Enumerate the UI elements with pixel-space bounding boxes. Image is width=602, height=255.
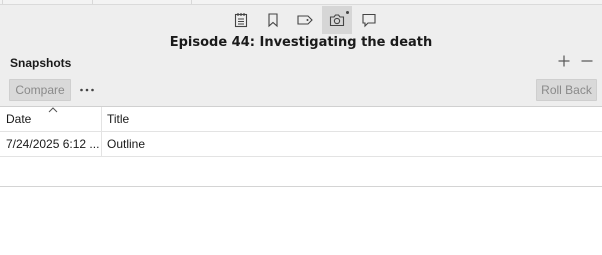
comment-icon bbox=[362, 13, 376, 28]
camera-icon bbox=[329, 14, 345, 27]
has-content-indicator bbox=[346, 11, 349, 14]
column-header-date[interactable]: Date bbox=[0, 107, 102, 131]
remove-snapshot-button[interactable] bbox=[578, 52, 596, 70]
ellipsis-icon bbox=[80, 88, 94, 92]
column-header-title[interactable]: Title bbox=[102, 107, 602, 131]
snapshot-date: 7/24/2025 6:12 ... bbox=[0, 132, 102, 156]
sort-ascending-icon bbox=[48, 107, 58, 113]
roll-back-button[interactable]: Roll Back bbox=[536, 79, 597, 101]
column-label: Date bbox=[6, 112, 32, 126]
more-options-button[interactable] bbox=[77, 81, 97, 99]
tab-comments[interactable] bbox=[354, 6, 384, 34]
plus-icon bbox=[558, 55, 570, 67]
tab-bookmarks[interactable] bbox=[258, 6, 288, 34]
tag-icon bbox=[297, 15, 313, 25]
tab-notes[interactable] bbox=[226, 6, 256, 34]
snapshots-table: Date Title 7/24/2025 6:12 ... Outline bbox=[0, 107, 602, 157]
table-empty-area bbox=[0, 157, 602, 187]
inspector-tabs bbox=[226, 6, 384, 34]
compare-button[interactable]: Compare bbox=[9, 79, 71, 101]
table-header: Date Title bbox=[0, 107, 602, 132]
tab-metadata[interactable] bbox=[290, 6, 320, 34]
table-row[interactable]: 7/24/2025 6:12 ... Outline bbox=[0, 132, 602, 157]
inspector-panel: Episode 44: Investigating the death Snap… bbox=[0, 4, 602, 107]
tab-snapshots[interactable] bbox=[322, 6, 352, 34]
snapshot-title: Outline bbox=[107, 137, 146, 151]
column-label: Title bbox=[107, 112, 130, 126]
notes-icon bbox=[234, 13, 248, 28]
minus-icon bbox=[581, 60, 593, 62]
add-snapshot-button[interactable] bbox=[555, 52, 573, 70]
document-title: Episode 44: Investigating the death bbox=[169, 35, 433, 50]
bookmark-icon bbox=[268, 13, 278, 28]
snapshots-label: Snapshots bbox=[10, 56, 72, 70]
